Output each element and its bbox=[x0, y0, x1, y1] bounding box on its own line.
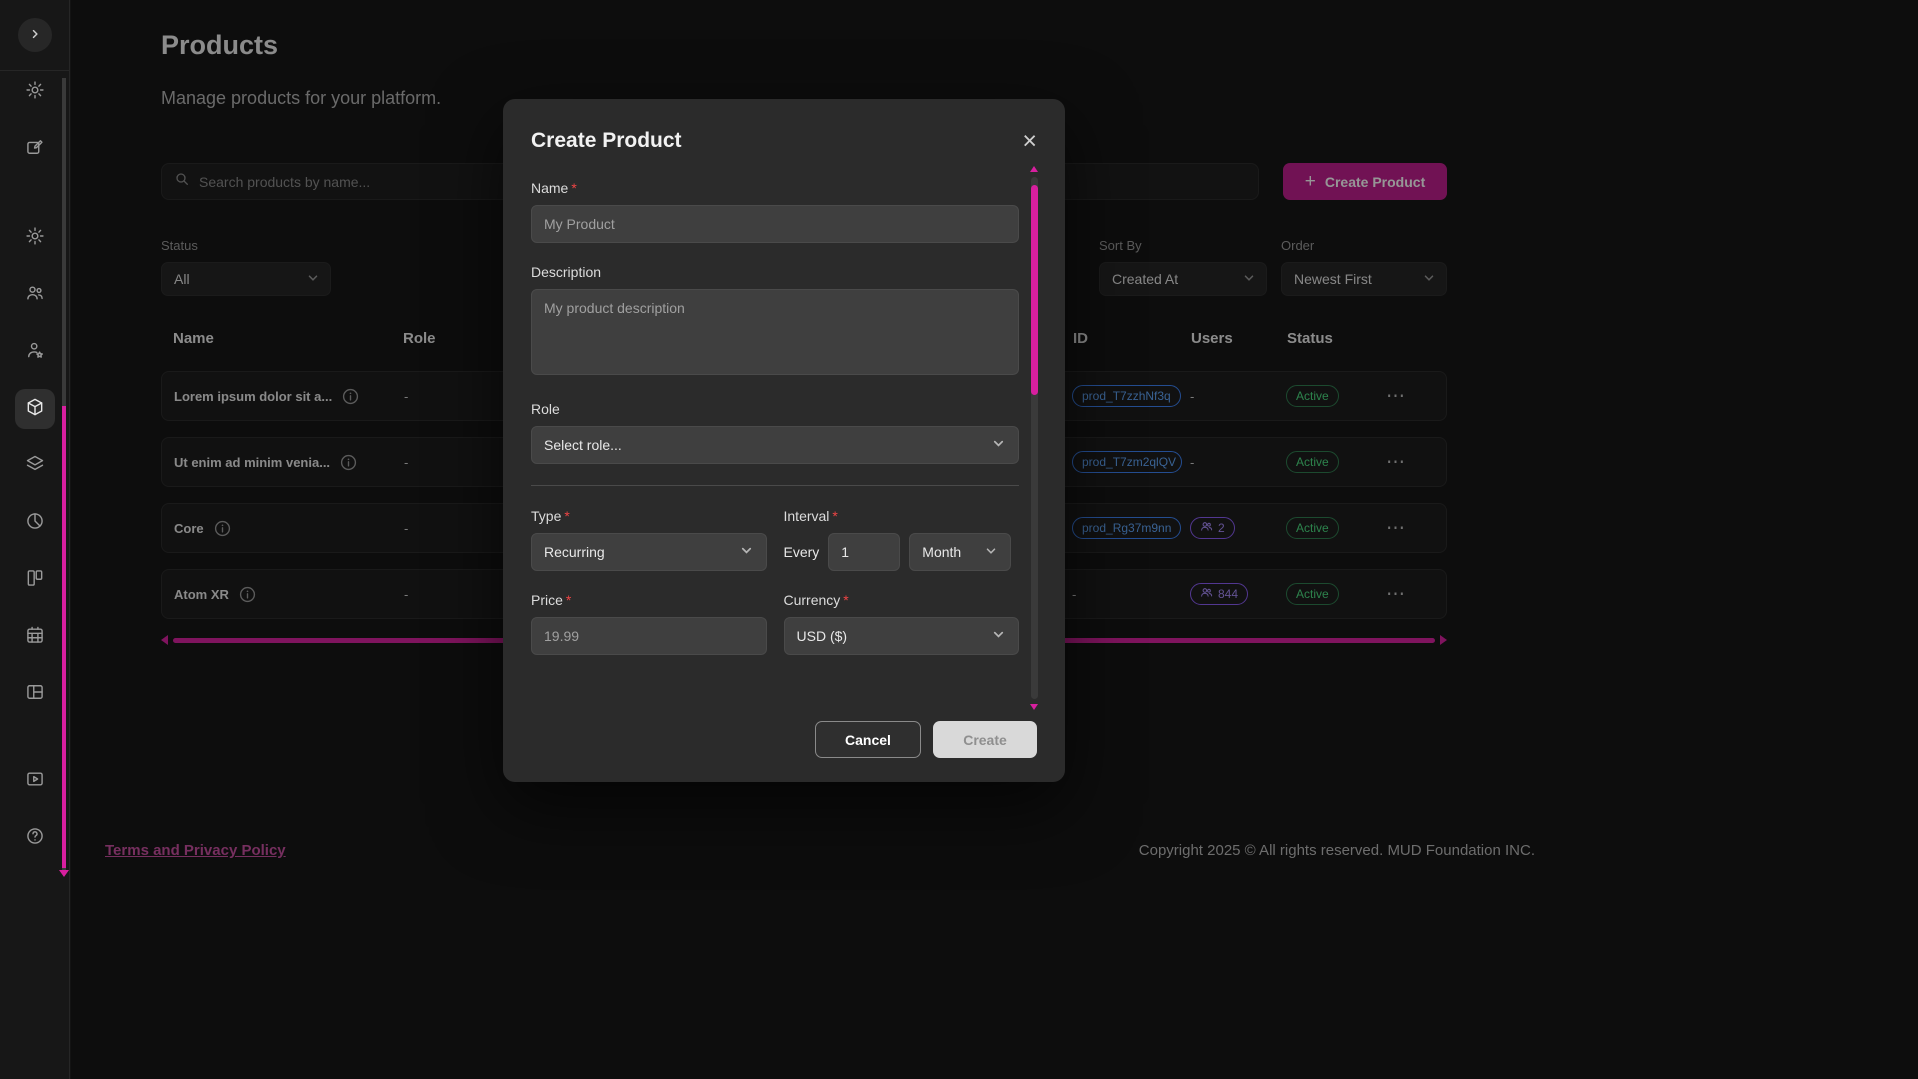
role-select[interactable]: Select role... bbox=[531, 426, 1019, 464]
sidebar-header bbox=[0, 0, 69, 71]
create-product-modal: Create Product × Name* Description Role … bbox=[503, 99, 1065, 782]
gear-icon bbox=[25, 80, 45, 105]
sidebar-item-media[interactable] bbox=[15, 761, 55, 801]
layers-icon bbox=[25, 454, 45, 479]
sidebar-item-layout[interactable] bbox=[15, 674, 55, 714]
name-field[interactable] bbox=[531, 205, 1019, 243]
close-icon[interactable]: × bbox=[1022, 129, 1037, 154]
currency-select-value: USD ($) bbox=[797, 628, 848, 644]
sidebar-item-compose[interactable] bbox=[15, 129, 55, 169]
description-field[interactable] bbox=[531, 289, 1019, 375]
chevron-right-icon bbox=[26, 25, 44, 46]
app-root: Products Manage products for your platfo… bbox=[0, 0, 1918, 1079]
chevron-down-icon bbox=[991, 627, 1006, 645]
chevron-down-icon bbox=[739, 543, 754, 561]
type-select[interactable]: Recurring bbox=[531, 533, 767, 571]
price-field-group: Price* bbox=[531, 592, 767, 655]
package-icon bbox=[25, 397, 45, 422]
pie-chart-icon bbox=[25, 511, 45, 536]
currency-field-group: Currency* USD ($) bbox=[784, 592, 1020, 655]
required-marker: * bbox=[571, 180, 576, 196]
users-icon bbox=[25, 283, 45, 308]
scroll-down-arrow-icon[interactable] bbox=[59, 870, 69, 877]
description-field-group: Description bbox=[531, 264, 1019, 380]
type-select-value: Recurring bbox=[544, 544, 605, 560]
layout-icon bbox=[25, 682, 45, 707]
type-field-label: Type* bbox=[531, 508, 767, 524]
interval-field-group: Interval* Every Month bbox=[784, 508, 1020, 571]
role-field-label: Role bbox=[531, 401, 1019, 417]
sidebar-item-boards[interactable] bbox=[15, 560, 55, 600]
vertical-scrollbar[interactable] bbox=[62, 78, 66, 874]
sidebar bbox=[0, 0, 70, 1079]
vertical-scrollbar-thumb[interactable] bbox=[62, 406, 66, 868]
member-icon bbox=[25, 340, 45, 365]
sidebar-nav bbox=[15, 71, 55, 858]
description-field-label: Description bbox=[531, 264, 1019, 280]
price-field-label: Price* bbox=[531, 592, 767, 608]
scroll-down-arrow-icon[interactable] bbox=[1030, 704, 1038, 710]
modal-body: Name* Description Role Select role... Ty… bbox=[531, 180, 1019, 721]
name-field-group: Name* bbox=[531, 180, 1019, 243]
create-button[interactable]: Create bbox=[933, 721, 1037, 758]
price-field[interactable] bbox=[531, 617, 767, 655]
sidebar-item-users[interactable] bbox=[15, 275, 55, 315]
required-marker: * bbox=[564, 508, 569, 524]
sidebar-item-help[interactable] bbox=[15, 818, 55, 858]
interval-unit-value: Month bbox=[922, 544, 961, 560]
interval-unit-select[interactable]: Month bbox=[909, 533, 1011, 571]
every-label: Every bbox=[784, 544, 820, 560]
required-marker: * bbox=[832, 508, 837, 524]
modal-footer: Cancel Create bbox=[531, 721, 1037, 758]
kanban-icon bbox=[25, 568, 45, 593]
modal-scrollbar-thumb[interactable] bbox=[1031, 185, 1038, 395]
modal-header: Create Product × bbox=[531, 129, 1037, 154]
sidebar-item-roles[interactable] bbox=[15, 332, 55, 372]
gear-icon bbox=[25, 226, 45, 251]
interval-count-field[interactable] bbox=[828, 533, 900, 571]
required-marker: * bbox=[843, 592, 848, 608]
name-field-label: Name* bbox=[531, 180, 1019, 196]
price-currency-row: Price* Currency* USD ($) bbox=[531, 592, 1019, 655]
sidebar-expand-button[interactable] bbox=[18, 18, 52, 52]
modal-scrollbar[interactable] bbox=[1031, 177, 1038, 699]
sidebar-item-integrations[interactable] bbox=[15, 446, 55, 486]
scroll-up-arrow-icon[interactable] bbox=[1030, 166, 1038, 172]
interval-field-label: Interval* bbox=[784, 508, 1020, 524]
role-select-value: Select role... bbox=[544, 437, 622, 453]
chevron-down-icon bbox=[991, 436, 1006, 454]
role-field-group: Role Select role... bbox=[531, 401, 1019, 464]
help-icon bbox=[25, 826, 45, 851]
sidebar-item-products[interactable] bbox=[15, 389, 55, 429]
chevron-down-icon bbox=[984, 544, 998, 561]
type-interval-row: Type* Recurring Interval* Every Month bbox=[531, 508, 1019, 571]
currency-field-label: Currency* bbox=[784, 592, 1020, 608]
sidebar-item-preferences[interactable] bbox=[15, 218, 55, 258]
calendar-icon bbox=[25, 625, 45, 650]
sidebar-item-analytics[interactable] bbox=[15, 503, 55, 543]
type-field-group: Type* Recurring bbox=[531, 508, 767, 571]
compose-icon bbox=[25, 137, 45, 162]
modal-title: Create Product bbox=[531, 129, 682, 153]
media-player-icon bbox=[25, 769, 45, 794]
currency-select[interactable]: USD ($) bbox=[784, 617, 1020, 655]
cancel-button[interactable]: Cancel bbox=[815, 721, 921, 758]
required-marker: * bbox=[566, 592, 571, 608]
sidebar-item-calendar[interactable] bbox=[15, 617, 55, 657]
sidebar-item-settings[interactable] bbox=[15, 72, 55, 112]
section-divider bbox=[531, 485, 1019, 486]
